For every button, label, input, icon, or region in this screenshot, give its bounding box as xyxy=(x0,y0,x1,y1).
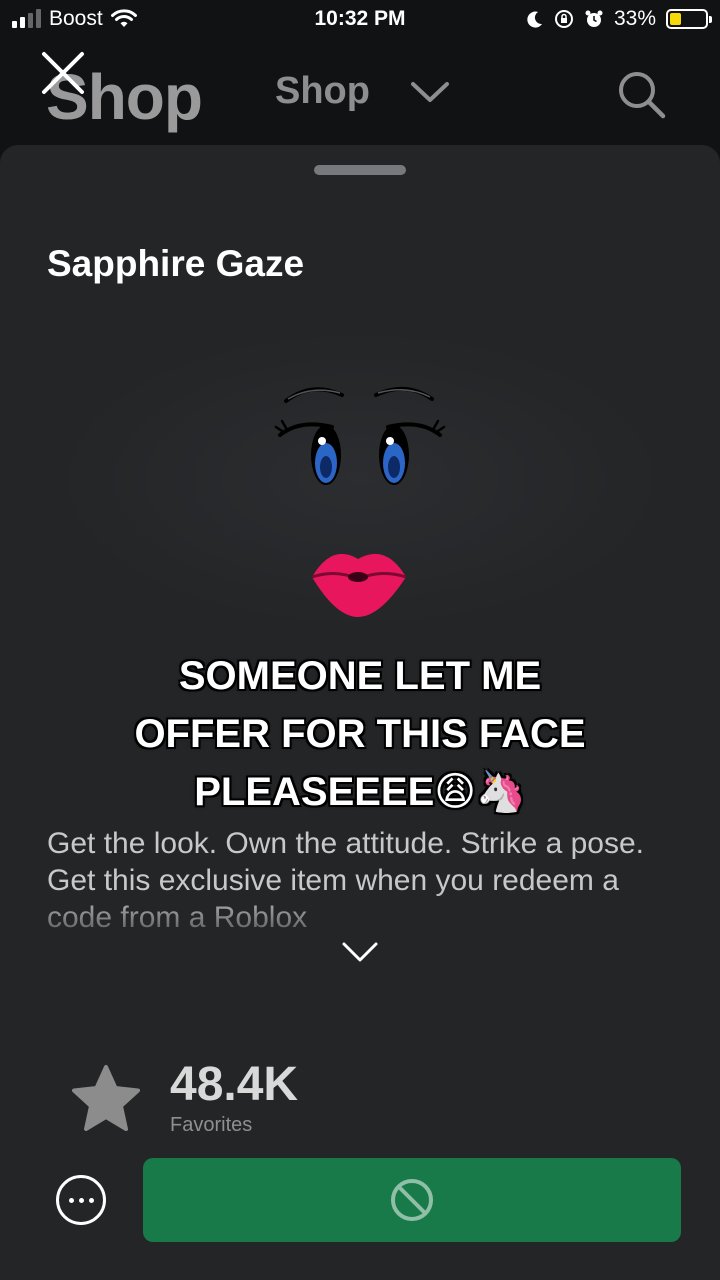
item-description: Get the look. Own the attitude. Strike a… xyxy=(47,827,644,933)
status-bar: Boost 10:32 PM 33% xyxy=(0,0,720,40)
shop-category-label: Shop xyxy=(275,70,370,112)
sheet-grabber[interactable] xyxy=(314,165,406,175)
rotation-lock-icon xyxy=(554,10,573,28)
shop-header: Shop Shop xyxy=(0,40,720,145)
item-preview xyxy=(0,335,720,655)
battery-icon xyxy=(666,9,712,29)
moon-icon xyxy=(527,11,542,28)
ellipsis-dot xyxy=(88,1197,94,1203)
favorites-stat[interactable]: 48.4K Favorites xyxy=(70,1060,298,1137)
status-right: 33% xyxy=(526,7,712,31)
favorites-label: Favorites xyxy=(170,1114,253,1136)
close-icon[interactable] xyxy=(40,50,86,96)
ellipsis-icon xyxy=(68,1197,74,1203)
favorites-text: 48.4K Favorites xyxy=(170,1060,298,1137)
item-details-sheet: Sapphire Gaze SOMEONE LET ME OFFER FOR T… xyxy=(0,145,720,1280)
overlay-caption: SOMEONE LET ME OFFER FOR THIS FACE PLEAS… xyxy=(60,647,660,821)
battery-percent: 33% xyxy=(613,7,656,30)
caption-line-1: SOMEONE LET ME xyxy=(178,654,542,698)
shop-category-dropdown[interactable]: Shop xyxy=(275,70,450,113)
buy-button[interactable] xyxy=(143,1158,681,1242)
search-icon[interactable] xyxy=(615,68,667,120)
chevron-down-icon[interactable] xyxy=(340,940,380,964)
alarm-icon xyxy=(585,10,603,27)
favorites-count: 48.4K xyxy=(170,1058,299,1111)
blocked-icon xyxy=(391,1179,433,1221)
caption-line-3: PLEASEEEE😩🦄 xyxy=(194,770,526,814)
caption-line-2: OFFER FOR THIS FACE xyxy=(134,712,586,756)
chevron-down-icon xyxy=(410,81,449,102)
more-options-button[interactable] xyxy=(56,1175,106,1225)
star-icon[interactable] xyxy=(70,1063,142,1135)
battery-level xyxy=(670,13,682,25)
ellipsis-dot xyxy=(78,1197,84,1203)
face-preview-image xyxy=(274,387,446,617)
item-title: Sapphire Gaze xyxy=(47,243,305,284)
